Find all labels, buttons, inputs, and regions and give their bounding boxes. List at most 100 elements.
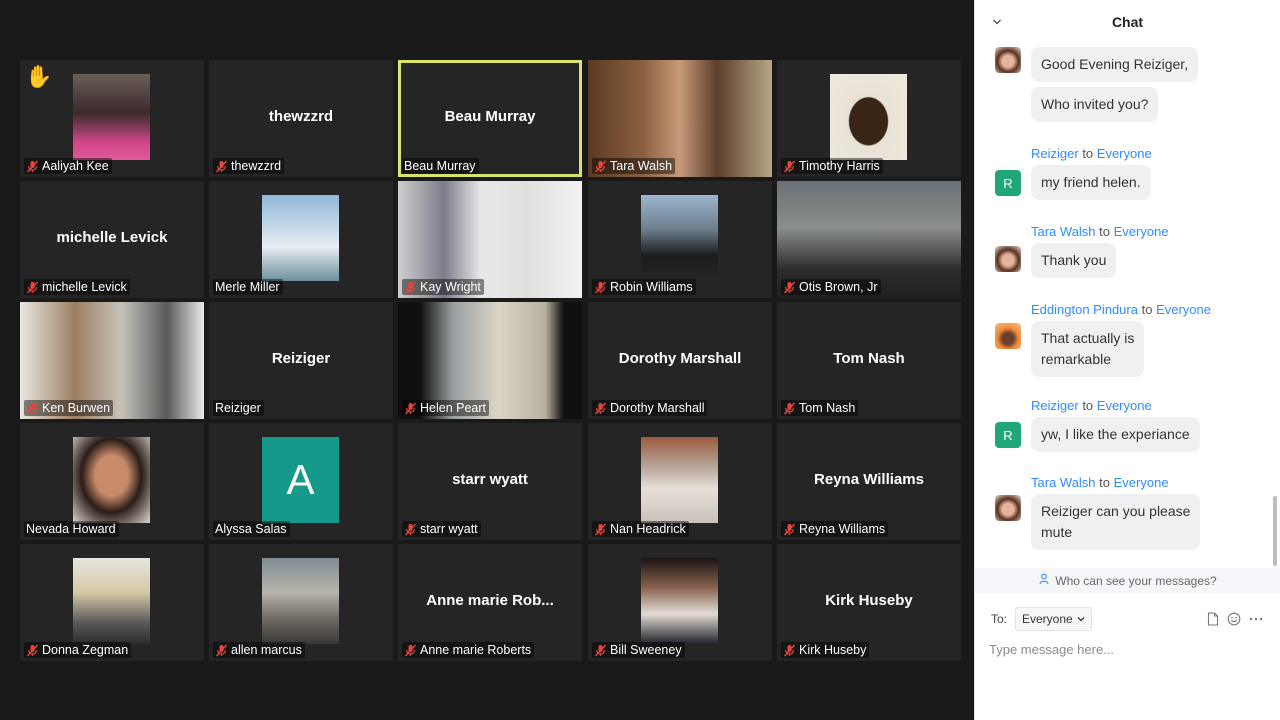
muted-mic-icon — [215, 644, 228, 657]
participant-tile[interactable]: Kirk Huseby Kirk Huseby — [777, 544, 961, 661]
participant-tile[interactable]: Kay Wright — [398, 181, 582, 298]
participant-name-label: Helen Peart — [402, 400, 490, 416]
participant-name: Reyna Williams — [799, 522, 886, 536]
participant-display-name: starr wyatt — [452, 471, 528, 488]
participant-tile[interactable]: Dorothy Marshall Dorothy Marshall — [588, 302, 772, 419]
sender-name[interactable]: Reiziger — [1031, 398, 1079, 413]
participant-name-label: Merle Miller — [213, 279, 283, 295]
chat-message-list[interactable]: Good Evening Reiziger, Who invited you? R R… — [975, 44, 1271, 568]
participant-video — [641, 195, 718, 281]
participant-video — [262, 195, 339, 281]
participant-display-name: Reiziger — [271, 350, 331, 367]
more-icon[interactable] — [1248, 611, 1264, 627]
participant-display-name: Beau Murray — [444, 108, 536, 125]
participant-name: Nan Headrick — [610, 522, 686, 536]
collapse-chevron-icon[interactable] — [989, 14, 1005, 30]
participant-tile[interactable]: Nevada Howard — [20, 423, 204, 540]
participant-tile[interactable]: Ken Burwen — [20, 302, 204, 419]
recipient-name[interactable]: Everyone — [1156, 302, 1211, 317]
participant-tile[interactable]: Helen Peart — [398, 302, 582, 419]
participant-name-label: Donna Zegman — [24, 642, 132, 658]
participant-tile[interactable]: thewzzrd thewzzrd — [209, 60, 393, 177]
participant-name-label: Kirk Huseby — [781, 642, 870, 658]
participant-tile[interactable]: A Alyssa Salas — [209, 423, 393, 540]
participant-name-label: starr wyatt — [402, 521, 481, 537]
participant-name: Merle Miller — [215, 280, 280, 294]
participant-name-label: Dorothy Marshall — [592, 400, 708, 416]
muted-mic-icon — [404, 402, 417, 415]
to-word: to — [1099, 224, 1111, 239]
participant-tile[interactable]: starr wyatt starr wyatt — [398, 423, 582, 540]
muted-mic-icon — [783, 281, 796, 294]
recipient-name[interactable]: Everyone — [1097, 398, 1152, 413]
participant-tile[interactable]: Merle Miller — [209, 181, 393, 298]
sender-name[interactable]: Tara Walsh — [1031, 224, 1096, 239]
participant-tile[interactable]: Bill Sweeney — [588, 544, 772, 661]
participant-tile[interactable]: Timothy Harris — [777, 60, 961, 177]
participant-tile[interactable]: Reyna Williams Reyna Williams — [777, 423, 961, 540]
participant-name-label: thewzzrd — [213, 158, 285, 174]
sender-avatar — [995, 495, 1021, 521]
participant-tile[interactable]: Donna Zegman — [20, 544, 204, 661]
message-bubble[interactable]: Who invited you? — [1031, 87, 1159, 122]
scroll-thumb[interactable] — [1273, 496, 1277, 566]
participant-tile[interactable]: Robin Williams — [588, 181, 772, 298]
emoji-icon[interactable] — [1226, 611, 1242, 627]
chat-scrollbar[interactable] — [1271, 46, 1279, 566]
message-text-line: Thank you — [1041, 252, 1107, 268]
message-bubble[interactable]: That actually is remarkable — [1031, 321, 1145, 377]
participant-tile[interactable]: Beau Murray Beau Murray — [398, 60, 582, 177]
gallery-view: ✋ Aaliyah Kee thewzzrd thewzzrd Beau Murray B… — [0, 0, 974, 720]
muted-mic-icon — [783, 644, 796, 657]
sender-name[interactable]: Reiziger — [1031, 146, 1079, 161]
message-bubble[interactable]: Thank you — [1031, 243, 1117, 278]
participant-tile[interactable]: Nan Headrick — [588, 423, 772, 540]
message-bubble[interactable]: Good Evening Reiziger, — [1031, 47, 1199, 82]
message-input[interactable] — [989, 638, 1269, 660]
message-bubble[interactable]: Reiziger can you please mute — [1031, 494, 1201, 550]
zoom-meeting-window: ✋ Aaliyah Kee thewzzrd thewzzrd Beau Murray B… — [0, 0, 1280, 720]
muted-mic-icon — [404, 523, 417, 536]
privacy-link[interactable]: Who can see your messages? — [975, 568, 1280, 593]
participant-name: Donna Zegman — [42, 643, 129, 657]
participant-tile[interactable]: Otis Brown, Jr — [777, 181, 961, 298]
recipient-name[interactable]: Everyone — [1114, 475, 1169, 490]
recipient-name[interactable]: Everyone — [1114, 224, 1169, 239]
recipient-dropdown[interactable]: Everyone — [1015, 607, 1092, 631]
message-bubble[interactable]: my friend helen. — [1031, 165, 1151, 200]
raised-hand-icon: ✋ — [25, 64, 53, 89]
participant-name: Timothy Harris — [799, 159, 880, 173]
to-word: to — [1082, 146, 1094, 161]
participant-tile[interactable]: Reiziger Reiziger — [209, 302, 393, 419]
participant-name-label: Bill Sweeney — [592, 642, 685, 658]
participant-name: Nevada Howard — [26, 522, 116, 536]
message-text-line: Good Evening Reiziger, — [1041, 56, 1189, 72]
participant-tile[interactable]: Anne marie Rob... Anne marie Roberts — [398, 544, 582, 661]
message-bubble[interactable]: yw, I like the experiance — [1031, 417, 1200, 452]
participant-name-label: Reiziger — [213, 400, 264, 416]
participant-tile[interactable]: michelle Levick michelle Levick — [20, 181, 204, 298]
participant-video — [73, 558, 150, 644]
participant-name: Alyssa Salas — [215, 522, 287, 536]
recipient-name[interactable]: Everyone — [1097, 146, 1152, 161]
muted-mic-icon — [26, 402, 39, 415]
muted-mic-icon — [594, 160, 607, 173]
participant-name-label: Alyssa Salas — [213, 521, 290, 537]
to-word: to — [1141, 302, 1153, 317]
chat-header: Chat — [975, 0, 1280, 44]
file-icon[interactable] — [1205, 611, 1221, 627]
participant-name: thewzzrd — [231, 159, 282, 173]
participant-video — [830, 74, 907, 160]
muted-mic-icon — [215, 160, 228, 173]
muted-mic-icon — [594, 523, 607, 536]
participant-tile[interactable]: ✋ Aaliyah Kee — [20, 60, 204, 177]
participant-name-label: Nan Headrick — [592, 521, 689, 537]
participant-name: Anne marie Roberts — [420, 643, 532, 657]
sender-name[interactable]: Tara Walsh — [1031, 475, 1096, 490]
sender-avatar — [995, 47, 1021, 73]
sender-name[interactable]: Eddington Pindura — [1031, 302, 1138, 317]
participant-tile[interactable]: Tara Walsh — [588, 60, 772, 177]
participant-tile[interactable]: Tom Nash Tom Nash — [777, 302, 961, 419]
participant-name-label: Anne marie Roberts — [402, 642, 535, 658]
participant-tile[interactable]: allen marcus — [209, 544, 393, 661]
